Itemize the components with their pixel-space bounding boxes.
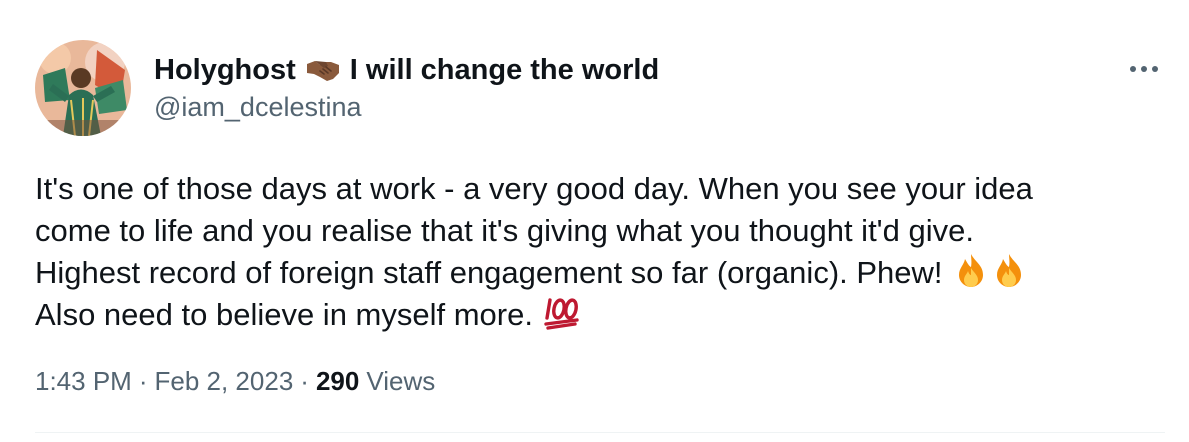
avatar[interactable] xyxy=(35,40,131,136)
tweet-text: It's one of those days at work - a very … xyxy=(35,168,1165,336)
tweet-line-text: Highest record of foreign staff engageme… xyxy=(35,255,943,290)
fire-icon xyxy=(997,254,1022,287)
more-dots-icon xyxy=(1130,66,1158,72)
tweet-card: Holyghost I will change the world @iam_d… xyxy=(0,0,1189,442)
views-label: Views xyxy=(366,366,436,396)
more-options-button[interactable] xyxy=(1124,54,1164,84)
fire-icon xyxy=(959,254,984,287)
divider xyxy=(35,432,1165,433)
hundred-points-icon xyxy=(543,298,579,330)
tweet-line: It's one of those days at work - a very … xyxy=(35,171,1033,206)
tweet-line-with-emoji: Also need to believe in myself more. xyxy=(35,294,1165,336)
tweet-meta: 1:43 PM · Feb 2, 2023 · 290 Views xyxy=(35,366,435,397)
display-name[interactable]: Holyghost I will change the world xyxy=(154,50,659,90)
display-name-text: Holyghost xyxy=(154,53,296,86)
tweet-time[interactable]: 1:43 PM xyxy=(35,366,132,397)
separator: · xyxy=(300,366,309,396)
tweet-line-text: Also need to believe in myself more. xyxy=(35,297,533,332)
user-handle[interactable]: @iam_dcelestina xyxy=(154,92,362,123)
views-count: 290 xyxy=(315,366,360,396)
handshake-icon xyxy=(306,61,339,81)
tweet-line-with-emoji: Highest record of foreign staff engageme… xyxy=(35,252,1165,294)
separator: · xyxy=(138,366,148,396)
tweet-line: come to life and you realise that it's g… xyxy=(35,213,974,248)
display-name-suffix: I will change the world xyxy=(349,53,660,86)
tweet-date[interactable]: Feb 2, 2023 xyxy=(155,366,294,397)
avatar-image xyxy=(35,40,131,136)
